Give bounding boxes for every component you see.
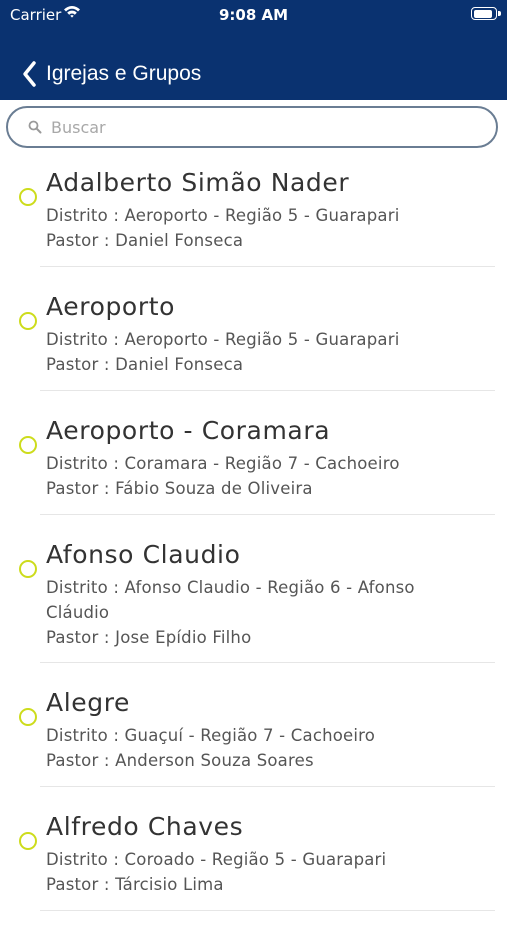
- district-key: Distrito: [46, 850, 108, 869]
- row-divider: [40, 910, 495, 911]
- list-item[interactable]: Aeroporto Distrito : Aeroporto - Região 5…: [0, 284, 507, 408]
- row-divider: [40, 390, 495, 391]
- district-value: Coramara - Região 7 - Cachoeiro: [124, 454, 400, 473]
- label-separator: :: [98, 479, 116, 498]
- pastor-line: Pastor : Jose Epídio Filho: [46, 625, 497, 650]
- status-bar: Carrier 9:08 AM: [0, 0, 507, 30]
- label-separator: :: [98, 751, 116, 770]
- label-separator: :: [107, 578, 125, 597]
- circle-marker-icon: [19, 436, 37, 454]
- search-icon: [28, 120, 42, 134]
- district-line: Distrito : Coroado - Região 5 - Guarapar…: [46, 847, 497, 872]
- chevron-left-icon: [23, 61, 36, 87]
- pastor-key: Pastor: [46, 875, 99, 894]
- district-key: Distrito: [46, 578, 108, 597]
- back-label: Igrejas e Grupos: [46, 62, 202, 85]
- church-name: Alegre: [46, 688, 131, 717]
- list-item-content: Aeroporto Distrito : Aeroporto - Região 5…: [46, 292, 497, 377]
- pastor-value: Daniel Fonseca: [115, 231, 244, 250]
- district-value: Guaçuí - Região 7 - Cachoeiro: [124, 726, 376, 745]
- district-value: Coroado - Região 5 - Guarapari: [124, 850, 387, 869]
- district-line: Distrito : Afonso Claudio - Região 6 - A…: [46, 575, 497, 625]
- district-value: Aeroporto - Região 5 - Guarapari: [124, 330, 400, 349]
- pastor-line: Pastor : Anderson Souza Soares: [46, 748, 497, 773]
- district-value: Afonso Claudio - Região 6 - Afonso: [124, 578, 415, 597]
- list-item-content: Alfredo Chaves Distrito : Coroado - Regiã…: [46, 812, 497, 897]
- label-separator: :: [98, 355, 116, 374]
- district-key: Distrito: [46, 726, 108, 745]
- church-list: Adalberto Simão Nader Distrito : Aeroport…: [0, 160, 507, 928]
- row-divider: [40, 662, 495, 663]
- district-key: Distrito: [46, 330, 108, 349]
- list-item[interactable]: Adalberto Simão Nader Distrito : Aeroport…: [0, 160, 507, 284]
- row-divider: [40, 266, 495, 267]
- pastor-value: Daniel Fonseca: [115, 355, 244, 374]
- list-item-content: Aeroporto - Coramara Distrito : Coramara …: [46, 416, 497, 501]
- pastor-value: Anderson Souza Soares: [115, 751, 314, 770]
- church-name: Aeroporto - Coramara: [46, 416, 331, 445]
- search-field[interactable]: [6, 106, 498, 148]
- pastor-key: Pastor: [46, 479, 99, 498]
- pastor-value: Jose Epídio Filho: [115, 628, 252, 647]
- pastor-line: Pastor : Tárcisio Lima: [46, 872, 497, 897]
- row-divider: [40, 514, 495, 515]
- label-separator: :: [107, 850, 125, 869]
- clock: 9:08 AM: [218, 6, 289, 24]
- district-line: Distrito : Aeroporto - Região 5 - Guarap…: [46, 327, 497, 352]
- navigation-header: Carrier 9:08 AM Igrejas e Grupos: [0, 0, 507, 100]
- circle-marker-icon: [19, 312, 37, 330]
- church-name: Adalberto Simão Nader: [46, 168, 350, 197]
- list-item[interactable]: Aeroporto - Coramara Distrito : Coramara …: [0, 408, 507, 532]
- label-separator: :: [107, 330, 125, 349]
- list-item-content: Adalberto Simão Nader Distrito : Aeroport…: [46, 168, 497, 253]
- pastor-key: Pastor: [46, 231, 99, 250]
- label-separator: :: [98, 231, 116, 250]
- pastor-line: Pastor : Daniel Fonseca: [46, 228, 497, 253]
- pastor-key: Pastor: [46, 355, 99, 374]
- list-item[interactable]: Afonso Claudio Distrito : Afonso Claudio …: [0, 532, 507, 680]
- district-line: Distrito : Guaçuí - Região 7 - Cachoeiro: [46, 723, 497, 748]
- church-name: Alfredo Chaves: [46, 812, 244, 841]
- district-key: Distrito: [46, 454, 108, 473]
- pastor-key: Pastor: [46, 628, 99, 647]
- search-bar: [6, 106, 498, 148]
- pastor-line: Pastor : Daniel Fonseca: [46, 352, 497, 377]
- district-value: Cláudio: [46, 603, 110, 622]
- list-item[interactable]: Alegre Distrito : Guaçuí - Região 7 - Cac…: [0, 680, 507, 804]
- church-name: Aeroporto: [46, 292, 176, 321]
- circle-marker-icon: [19, 832, 37, 850]
- label-separator: :: [98, 875, 116, 894]
- label-separator: :: [107, 206, 125, 225]
- circle-marker-icon: [19, 560, 37, 578]
- list-item[interactable]: Alfredo Chaves Distrito : Coroado - Regiã…: [0, 804, 507, 928]
- district-value: Aeroporto - Região 5 - Guarapari: [124, 206, 400, 225]
- label-separator: :: [107, 726, 125, 745]
- district-line: Distrito : Coramara - Região 7 - Cachoei…: [46, 451, 497, 476]
- pastor-value: Tárcisio Lima: [115, 875, 224, 894]
- label-separator: :: [98, 628, 116, 647]
- battery-icon: [471, 7, 501, 20]
- nav-bar: Igrejas e Grupos: [0, 56, 507, 92]
- list-item-content: Alegre Distrito : Guaçuí - Região 7 - Cac…: [46, 688, 497, 773]
- search-input[interactable]: [49, 116, 473, 138]
- district-line: Distrito : Aeroporto - Região 5 - Guarap…: [46, 203, 497, 228]
- back-button[interactable]: Igrejas e Grupos: [20, 56, 201, 92]
- pastor-value: Fábio Souza de Oliveira: [115, 479, 313, 498]
- pastor-key: Pastor: [46, 751, 99, 770]
- list-item-content: Afonso Claudio Distrito : Afonso Claudio …: [46, 540, 497, 650]
- pastor-line: Pastor : Fábio Souza de Oliveira: [46, 476, 497, 501]
- circle-marker-icon: [19, 188, 37, 206]
- district-key: Distrito: [46, 206, 108, 225]
- circle-marker-icon: [19, 708, 37, 726]
- church-name: Afonso Claudio: [46, 540, 241, 569]
- row-divider: [40, 786, 495, 787]
- label-separator: :: [107, 454, 125, 473]
